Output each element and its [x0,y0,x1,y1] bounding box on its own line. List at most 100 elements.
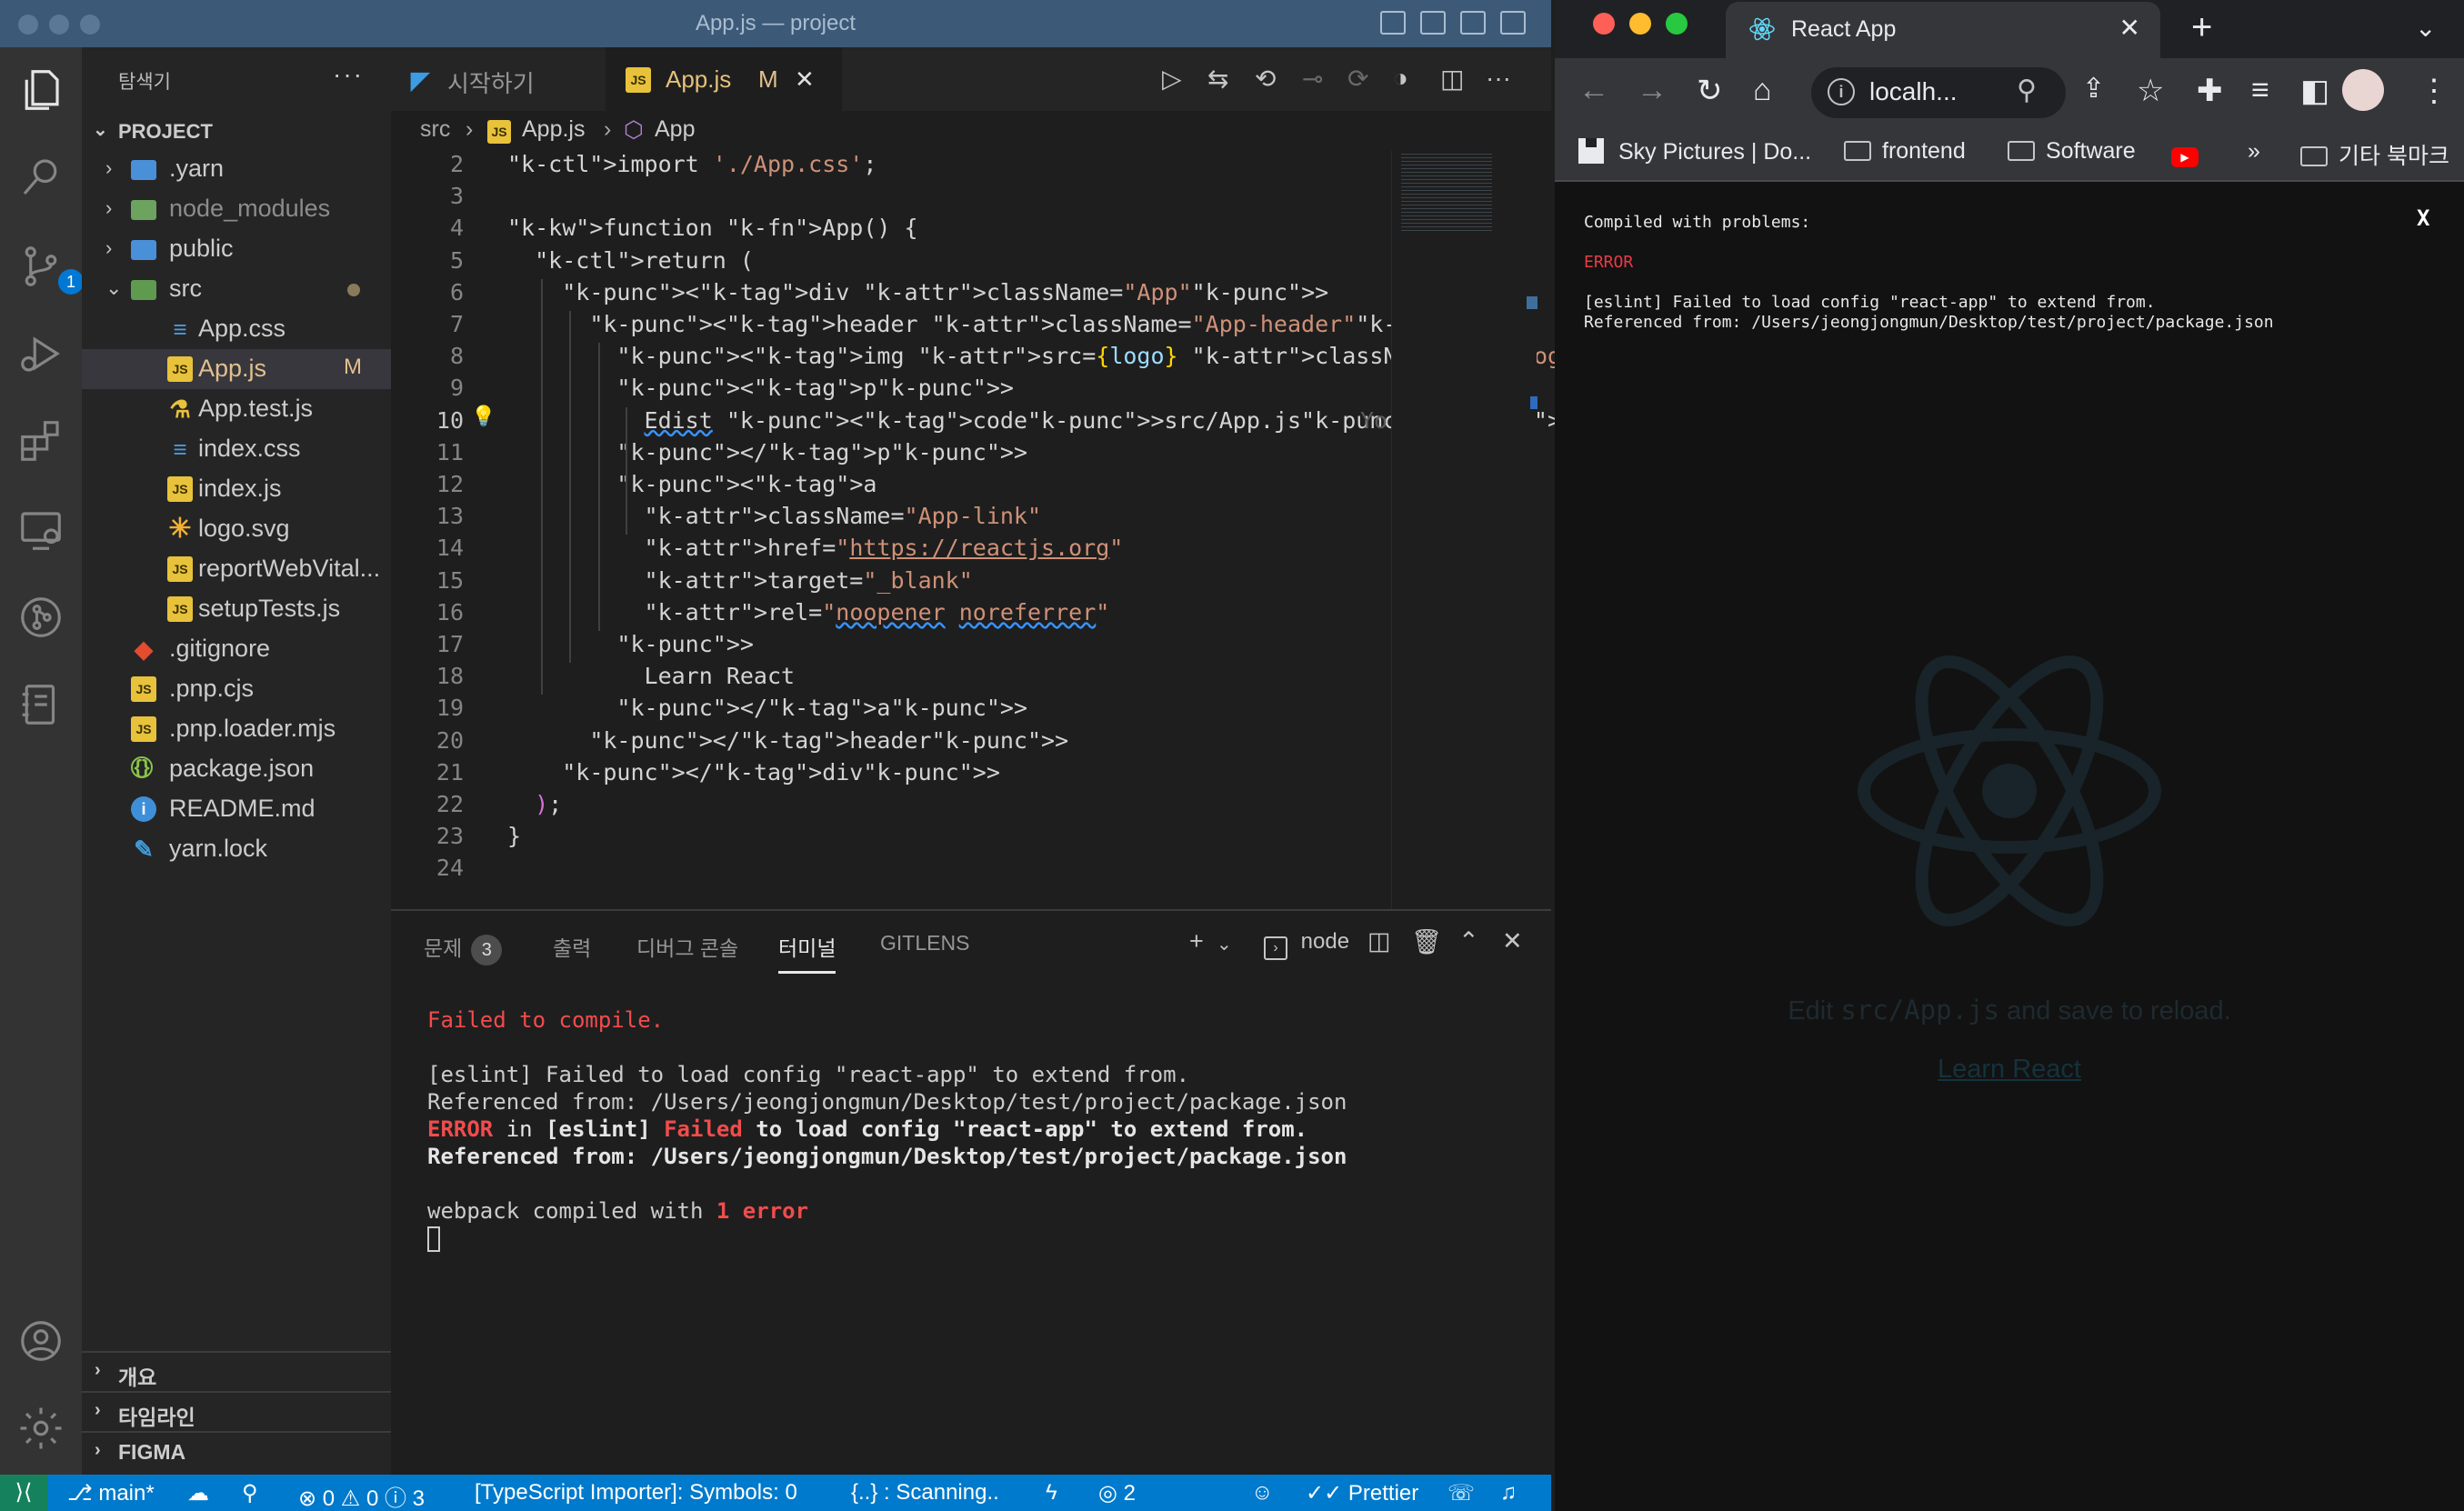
run-file-icon[interactable]: ▷ [1162,64,1182,94]
search-icon[interactable] [16,153,65,202]
tab-problems[interactable]: 문제 3 [424,931,503,966]
file-tree-item[interactable]: ✎ yarn.lock [82,829,391,869]
ports-status[interactable]: ◎ 2 [1098,1480,1136,1506]
file-tree-item[interactable]: i README.md [82,789,391,829]
explorer-more-actions[interactable]: ··· [333,60,364,89]
browser-tab-react-app[interactable]: React App ✕ [1726,2,2160,58]
file-tree-item[interactable]: {} package.json [82,749,391,789]
project-root[interactable]: ⌄ PROJECT [82,113,391,149]
toggle-secondary-sidebar-icon[interactable] [1460,11,1486,35]
tab-output[interactable]: 출력 [553,931,591,962]
notebook-icon[interactable] [16,680,65,729]
notifications-bell-icon[interactable]: ♫ [1500,1480,1517,1506]
tab-close-icon[interactable]: ✕ [2119,13,2140,43]
file-tree-item[interactable]: › public [82,229,391,269]
chrome-menu-icon[interactable]: ⋮ [2419,73,2449,109]
tab-terminal[interactable]: 터미널 [778,931,836,974]
scanning-status[interactable]: {..} : Scanning.. [851,1480,999,1506]
new-tab-plus-icon[interactable]: + [2191,7,2212,48]
bookmark-folder-other[interactable]: 기타 북마크 [2300,138,2449,171]
bookmark-folder-frontend[interactable]: frontend [1844,138,1966,165]
open-changes-icon[interactable]: ⇆ [1207,64,1228,94]
file-tree-item[interactable]: ≡ App.css [82,309,391,349]
prettier-status[interactable]: ✓✓ Prettier [1306,1480,1418,1506]
explorer-icon[interactable] [16,65,65,115]
extensions-puzzle-icon[interactable]: ✚ [2197,73,2223,109]
customize-layout-icon[interactable] [1500,11,1526,35]
bookmark-folder-software[interactable]: Software [2008,138,2136,165]
reading-list-icon[interactable]: ≡ [2251,73,2269,108]
ts-importer-status[interactable]: [TypeScript Importer]: Symbols: 0 [475,1480,797,1506]
chevron-down-icon[interactable]: ⌄ [1217,933,1232,956]
breadcrumb-file[interactable]: App.js [522,116,585,143]
settings-gear-icon[interactable] [16,1404,65,1453]
timeline-section[interactable]: › 타임라인 [82,1391,391,1431]
file-tree-item[interactable]: JS index.js [82,469,391,509]
accounts-icon[interactable] [16,1316,65,1366]
tab-debug-console[interactable]: 디버그 콘솔 [636,931,738,962]
minimize-window-dot[interactable] [1629,13,1651,35]
gitlens-status-icon[interactable]: ⚲ [242,1480,258,1506]
file-tree-item[interactable]: › .yarn [82,149,391,189]
outline-section[interactable]: › 개요 [82,1351,391,1391]
address-bar[interactable]: i localh... ⚲ [1811,67,2066,118]
file-tree-item[interactable]: JS .pnp.loader.mjs [82,709,391,749]
error-overlay-close-button[interactable]: X [2417,205,2429,231]
lightbulb-icon[interactable]: 💡 [471,405,496,428]
feedback-icon[interactable]: ☏ [1447,1480,1475,1506]
previous-change-icon[interactable]: ⟲ [1255,64,1276,94]
tab-search-chevron-icon[interactable]: ⌄ [2415,13,2436,43]
source-control-icon[interactable]: 1 [16,242,84,295]
file-tree-item[interactable]: ✳ logo.svg [82,509,391,549]
toggle-panel-icon[interactable] [1420,11,1446,35]
problems-status[interactable]: ⊗ 0 ⚠ 0 ⓘ 3 [298,1480,425,1511]
remote-explorer-icon[interactable] [16,505,65,555]
breadcrumb-src[interactable]: src [420,116,450,143]
bookmark-star-icon[interactable]: ☆ [2137,73,2164,109]
commit-icon[interactable]: ⊸ [1302,64,1323,94]
extensions-icon[interactable] [16,416,65,465]
minimap[interactable] [1391,151,1537,909]
reload-icon[interactable]: ↻ [1697,73,1723,109]
zoom-window-dot[interactable] [1666,13,1688,35]
remote-indicator-icon[interactable]: ⟩⟨ [0,1475,47,1511]
run-debug-icon[interactable] [16,329,65,378]
profile-avatar[interactable] [2342,69,2384,111]
tab-gitlens[interactable]: GITLENS [880,931,969,956]
home-icon[interactable]: ⌂ [1753,73,1772,108]
close-window-dot[interactable] [1593,13,1615,35]
file-tree-item[interactable]: ⚗ App.test.js [82,389,391,429]
back-arrow-icon[interactable]: ← [1578,73,1609,108]
terminal-shell-selector[interactable]: › node [1264,929,1349,960]
split-terminal-icon[interactable]: ◫ [1367,927,1391,956]
learn-react-link[interactable]: Learn React [1555,1055,2464,1085]
maximize-panel-chevron-up-icon[interactable]: ⌃ [1458,927,1479,956]
bookmark-sky-pictures[interactable]: Sky Pictures | Do... [1578,138,1811,165]
file-tree-item[interactable]: JS setupTests.js [82,589,391,629]
terminal-output[interactable]: Failed to compile. [eslint] Failed to lo… [427,1007,1347,1253]
bookmarks-overflow[interactable]: » [2248,138,2260,165]
new-terminal-plus-icon[interactable]: + [1189,927,1204,956]
figma-section[interactable]: › FIGMA [82,1431,391,1471]
file-tree-item[interactable]: › node_modules [82,189,391,229]
lightning-icon[interactable]: ϟ [1046,1480,1057,1506]
file-tree-item[interactable]: ◆ .gitignore [82,629,391,669]
file-tree-item[interactable]: ⌄ src [82,269,391,309]
close-panel-icon[interactable]: ✕ [1502,927,1523,956]
tab-welcome[interactable]: ◤ 시작하기 [391,47,606,111]
tab-app-js[interactable]: JS App.js M ✕ [606,47,842,111]
side-panel-icon[interactable]: ◧ [2300,73,2329,109]
sync-cloud-icon[interactable]: ☁ [187,1480,209,1506]
forward-arrow-icon[interactable]: → [1637,73,1668,108]
file-tree-item[interactable]: JS App.js M [82,349,391,389]
code-editor[interactable]: 2 "k-ctl">import './App.css'; 3 4 "k-kw">fun… [391,151,2027,909]
share-icon[interactable]: ⇪ [2082,73,2105,105]
file-tree-item[interactable]: JS .pnp.cjs [82,669,391,709]
file-tree-item[interactable]: JS reportWebVital... [82,549,391,589]
next-change-icon[interactable]: ⟳ [1347,64,1368,94]
split-editor-icon[interactable]: ◫ [1440,64,1464,94]
file-tree-item[interactable]: ≡ index.css [82,429,391,469]
copilot-icon[interactable]: ☺ [1251,1480,1274,1506]
tab-close-icon[interactable]: ✕ [795,65,815,94]
zoom-magnifier-icon[interactable]: ⚲ [2017,75,2037,106]
